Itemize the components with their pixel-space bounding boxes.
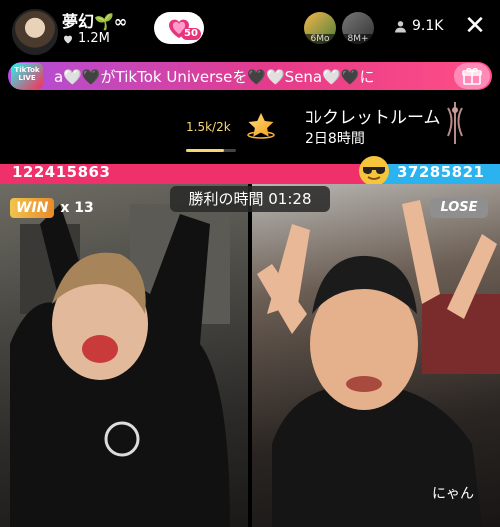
host-likes: 1.2M — [62, 31, 110, 46]
goal-progress-fill — [186, 149, 224, 152]
gift-banner[interactable]: TikTok LIVE a🤍🖤がTikTok Universeを🖤🤍Sena🤍🖤… — [8, 62, 492, 90]
left-host-figure — [10, 204, 230, 527]
score-left: 122415863 — [12, 163, 111, 181]
win-streak: x 13 — [60, 200, 94, 216]
room-emblem-icon — [447, 102, 463, 144]
video-right-opponent[interactable] — [252, 184, 500, 527]
goal-progress-bar — [186, 149, 236, 152]
person-icon — [395, 20, 406, 32]
host-likes-value: 1.2M — [78, 31, 110, 46]
banner-gift-button[interactable] — [454, 63, 490, 89]
host-avatar[interactable] — [12, 9, 58, 55]
win-label: WIN — [10, 198, 55, 218]
goal-progress-text[interactable]: 1.5k/2k — [186, 120, 231, 134]
tiktok-live-logo: TikTok LIVE — [11, 63, 43, 89]
score-right: 37285821 — [397, 163, 485, 181]
video-left-host[interactable] — [0, 184, 248, 527]
opponent-nickname[interactable]: にゃん — [432, 483, 474, 503]
viewer-count[interactable]: 9.1K — [394, 18, 443, 34]
banner-text: a🤍🖤がTikTok Universeを🖤🤍Sena🤍🖤に — [54, 68, 375, 86]
viewer-avatar-1[interactable]: 6Mo — [304, 12, 336, 44]
lose-badge: LOSE — [430, 198, 488, 218]
viewer-count-value: 9.1K — [412, 18, 444, 34]
victory-timer: 勝利の時間 01:28 — [170, 186, 330, 212]
viewer-avatar-2[interactable]: 8M+ — [342, 12, 374, 44]
host-name[interactable]: 夢幻🌱∞ — [62, 8, 127, 32]
heart-icon — [63, 35, 73, 43]
right-host-figure — [257, 200, 500, 527]
viewer-tag-2: 8M+ — [342, 34, 374, 44]
close-button[interactable]: ✕ — [462, 12, 488, 40]
gift-badge[interactable]: 50 — [154, 12, 204, 44]
room-countdown: 2日8時間 — [305, 131, 365, 147]
gift-badge-count: 50 — [181, 28, 201, 40]
room-title[interactable]: ｺﾚクレットルーム — [305, 103, 441, 128]
win-badge: WIN x 13 — [10, 197, 94, 219]
viewer-tag-1: 6Mo — [304, 34, 336, 44]
sunglasses-emoji-icon — [359, 156, 389, 186]
close-icon: ✕ — [464, 11, 486, 41]
star-icon[interactable] — [246, 111, 276, 141]
gift-icon — [462, 67, 482, 85]
